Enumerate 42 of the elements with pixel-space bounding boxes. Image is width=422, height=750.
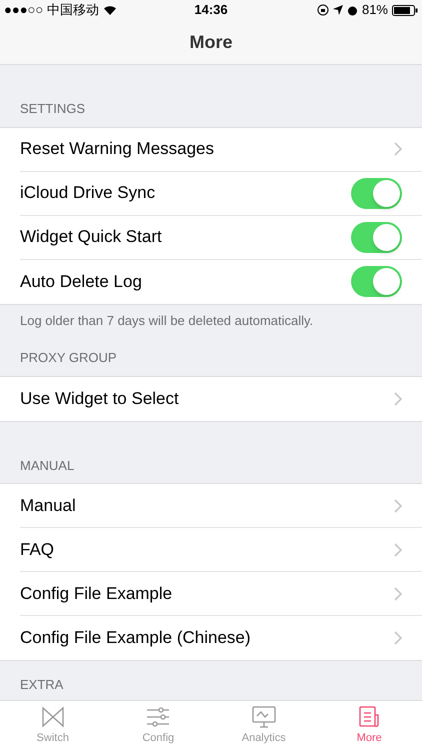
monitor-icon	[250, 704, 277, 729]
lock-rotation-icon	[316, 4, 329, 16]
toggle-switch[interactable]	[351, 266, 402, 297]
bowtie-icon	[40, 704, 66, 729]
row-label: Manual	[20, 494, 76, 517]
sliders-icon	[145, 704, 172, 729]
chevron-icon	[394, 586, 402, 600]
location-icon	[332, 5, 343, 15]
settings-row[interactable]: Config File Example (Chinese)	[20, 616, 422, 660]
toggle-switch[interactable]	[351, 178, 402, 208]
settings-row[interactable]: Config File Example	[20, 572, 422, 616]
battery-percent: 81%	[362, 1, 388, 20]
row-label: iCloud Drive Sync	[20, 182, 156, 204]
settings-row[interactable]: Manual	[20, 484, 422, 528]
chevron-icon	[394, 542, 402, 556]
settings-row[interactable]: iCloud Drive Sync	[20, 172, 422, 216]
chevron-icon	[394, 392, 402, 406]
section-header: MANUAL	[20, 458, 74, 472]
nav-title: More	[189, 30, 232, 54]
row-label: Widget Quick Start	[20, 226, 162, 248]
settings-row[interactable]: Reset Warning Messages	[20, 128, 422, 172]
row-label: Config File Example	[20, 582, 172, 605]
row-label: Use Widget to Select	[20, 388, 179, 410]
section-footer: Log older than 7 days will be deleted automatically.	[20, 312, 314, 328]
row-label: Auto Delete Log	[20, 270, 142, 293]
section-header: EXTRA	[20, 677, 64, 692]
chevron-icon	[394, 498, 402, 512]
row-label: Config File Example (Chinese)	[20, 627, 251, 650]
row-label: FAQ	[20, 538, 54, 561]
chevron-icon	[394, 631, 402, 645]
row-label: Reset Warning Messages	[20, 138, 214, 160]
settings-row[interactable]: Auto Delete Log	[20, 260, 422, 304]
settings-row[interactable]: FAQ	[20, 528, 422, 572]
carrier-text: ●●●○○ 中国移动	[4, 1, 99, 20]
section-header: SETTINGS	[20, 101, 86, 116]
section-header: PROXY GROUP	[20, 350, 117, 365]
toggle-switch[interactable]	[351, 222, 402, 252]
wifi-icon	[102, 5, 117, 15]
chevron-icon	[394, 142, 402, 156]
clock-text: 14:36	[194, 1, 228, 20]
settings-row[interactable]: Widget Quick Start	[20, 216, 422, 260]
battery-icon	[392, 4, 418, 16]
